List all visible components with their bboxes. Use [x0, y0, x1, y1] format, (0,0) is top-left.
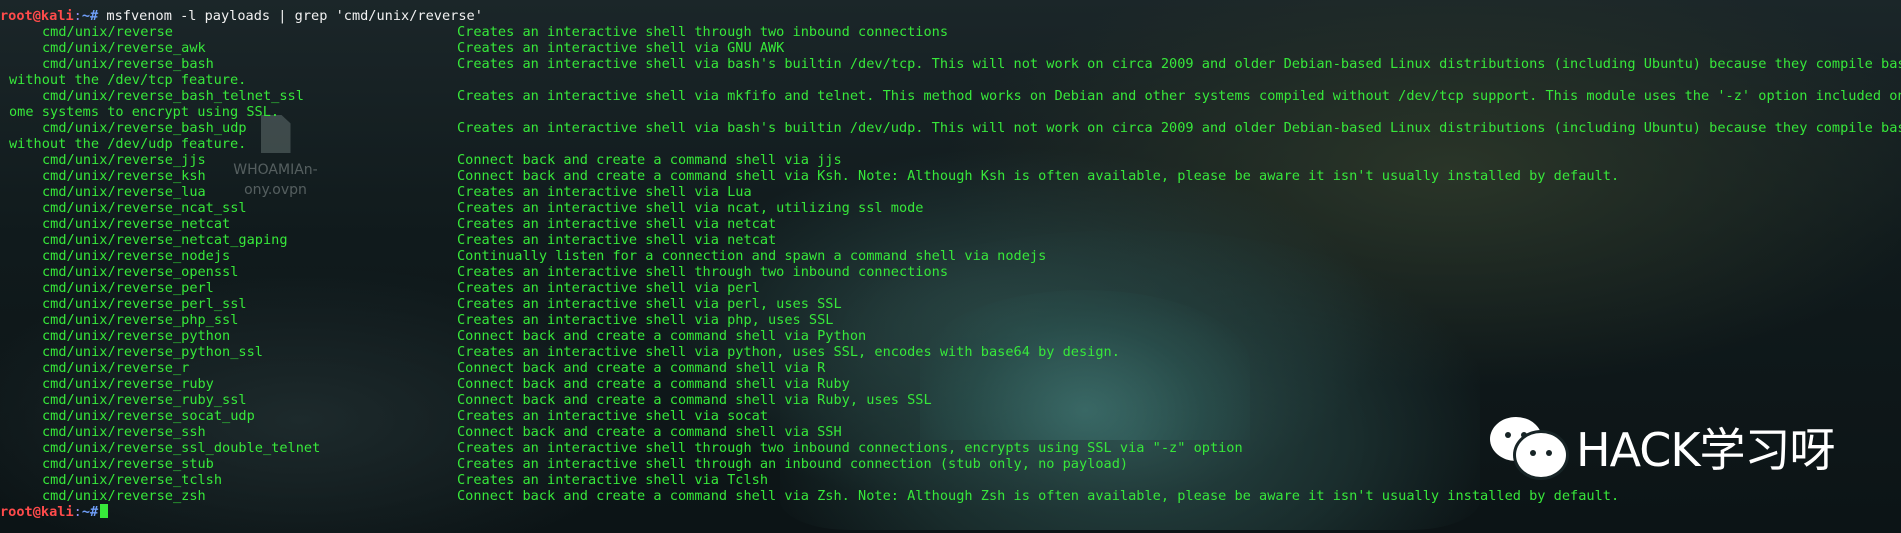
payload-name: cmd/unix/reverse_bash — [42, 56, 214, 72]
payload-description: Connect back and create a command shell … — [457, 328, 867, 344]
wechat-icon — [1490, 415, 1568, 479]
payload-name: cmd/unix/reverse_awk — [42, 40, 206, 56]
payload-description: Connect back and create a command shell … — [457, 152, 842, 168]
payload-description: Creates an interactive shell via ncat, u… — [457, 200, 924, 216]
payload-row: cmd/unix/reverse_ksh Connect back and cre… — [0, 168, 1901, 184]
payload-name: cmd/unix/reverse_lua — [42, 184, 206, 200]
payload-name: cmd/unix/reverse_stub — [42, 456, 214, 472]
payload-row: cmd/unix/reverse_openssl Creates an inter… — [0, 264, 1901, 280]
prompt-user-host: root@kali — [0, 8, 74, 24]
payload-row: cmd/unix/reverse_perl Creates an interact… — [0, 280, 1901, 296]
payload-description: Connect back and create a command shell … — [457, 488, 1620, 504]
payload-name: cmd/unix/reverse_ncat_ssl — [42, 200, 247, 216]
payload-row: cmd/unix/reverse_netcat_gaping Creates an… — [0, 232, 1901, 248]
payload-description: Creates an interactive shell via Tclsh — [457, 472, 768, 488]
payload-description: Creates an interactive shell via netcat — [457, 216, 777, 232]
prompt-path: ~# — [81, 8, 99, 24]
payload-description: Creates an interactive shell via socat — [457, 408, 768, 424]
payload-name: cmd/unix/reverse_perl — [42, 280, 214, 296]
payload-name: cmd/unix/reverse_ssl_double_telnet — [42, 440, 321, 456]
payload-name: cmd/unix/reverse_netcat — [42, 216, 231, 232]
watermark: HACK学习呀 — [1490, 414, 1836, 480]
payload-row: cmd/unix/reverse_php_ssl Creates an inter… — [0, 312, 1901, 328]
payload-description: Creates an interactive shell through two… — [457, 440, 1243, 456]
watermark-text: HACK学习呀 — [1576, 423, 1836, 477]
payload-row: cmd/unix/reverse_bash Creates an interact… — [0, 56, 1901, 72]
payload-description: Connect back and create a command shell … — [457, 392, 932, 408]
payload-name: cmd/unix/reverse_tclsh — [42, 472, 223, 488]
payload-row: cmd/unix/reverse_bash_udp Creates an inte… — [0, 120, 1901, 136]
payload-description: Connect back and create a command shell … — [457, 424, 842, 440]
payload-name: cmd/unix/reverse_ruby — [42, 376, 214, 392]
payload-row: cmd/unix/reverse_netcat Creates an intera… — [0, 216, 1901, 232]
payload-name: cmd/unix/reverse_python — [42, 328, 231, 344]
payload-description: Creates an interactive shell through two… — [457, 24, 949, 40]
payload-row: cmd/unix/reverse_lua Creates an interacti… — [0, 184, 1901, 200]
payload-description-wrap: ome systems to encrypt using SSL. — [9, 104, 280, 120]
payload-row: cmd/unix/reverse_ruby Connect back and cr… — [0, 376, 1901, 392]
payload-name: cmd/unix/reverse_python_ssl — [42, 344, 263, 360]
payload-description: Creates an interactive shell via netcat — [457, 232, 777, 248]
payload-name: cmd/unix/reverse_ksh — [42, 168, 206, 184]
payload-row: cmd/unix/reverse_python_ssl Creates an in… — [0, 344, 1901, 360]
payload-description: Connect back and create a command shell … — [457, 376, 850, 392]
prompt-path: ~# — [81, 504, 99, 520]
payload-name: cmd/unix/reverse_nodejs — [42, 248, 231, 264]
payload-row: cmd/unix/reverse_ncat_ssl Creates an inte… — [0, 200, 1901, 216]
payload-description-wrap: without the /dev/udp feature. — [9, 136, 247, 152]
payload-name: cmd/unix/reverse_bash_telnet_ssl — [42, 88, 304, 104]
command-text: msfvenom -l payloads | grep 'cmd/unix/re… — [98, 8, 483, 24]
prompt-separator: : — [73, 504, 82, 520]
payload-description: Creates an interactive shell through two… — [457, 264, 949, 280]
payload-row: cmd/unix/reverse_r Connect back and creat… — [0, 360, 1901, 376]
payload-name: cmd/unix/reverse — [42, 24, 173, 40]
payload-name: cmd/unix/reverse_jjs — [42, 152, 206, 168]
payload-row: cmd/unix/reverse_awk Creates an interacti… — [0, 40, 1901, 56]
payload-description: Creates an interactive shell via bash's … — [457, 56, 1901, 72]
prompt-separator: : — [73, 8, 82, 24]
prompt-line: root@kali:~# — [0, 504, 1901, 520]
payload-description: Creates an interactive shell via python,… — [457, 344, 1120, 360]
payload-row-wrap: without the /dev/udp feature. — [0, 136, 1901, 152]
payload-row: cmd/unix/reverse_ruby_ssl Connect back an… — [0, 392, 1901, 408]
payload-description: Connect back and create a command shell … — [457, 168, 1620, 184]
payload-description: Creates an interactive shell via mkfifo … — [457, 88, 1901, 104]
payload-description-wrap: without the /dev/tcp feature. — [9, 72, 247, 88]
payload-name: cmd/unix/reverse_openssl — [42, 264, 239, 280]
prompt-user-host: root@kali — [0, 504, 74, 520]
payload-row: cmd/unix/reverse_python Connect back and … — [0, 328, 1901, 344]
payload-name: cmd/unix/reverse_ssh — [42, 424, 206, 440]
payload-description: Continually listen for a connection and … — [457, 248, 1047, 264]
payload-row: cmd/unix/reverse_jjs Connect back and cre… — [0, 152, 1901, 168]
payload-description: Creates an interactive shell via bash's … — [457, 120, 1901, 136]
payload-row: cmd/unix/reverse_zsh Connect back and cre… — [0, 488, 1901, 504]
payload-row-wrap: without the /dev/tcp feature. — [0, 72, 1901, 88]
payload-name: cmd/unix/reverse_php_ssl — [42, 312, 239, 328]
payload-name: cmd/unix/reverse_ruby_ssl — [42, 392, 247, 408]
command-line: root@kali:~# msfvenom -l payloads | grep… — [0, 8, 1901, 24]
payload-description: Connect back and create a command shell … — [457, 360, 826, 376]
payload-name: cmd/unix/reverse_zsh — [42, 488, 206, 504]
payload-row: cmd/unix/reverse_bash_telnet_ssl Creates … — [0, 88, 1901, 104]
payload-row-wrap: ome systems to encrypt using SSL. — [0, 104, 1901, 120]
payload-name: cmd/unix/reverse_r — [42, 360, 190, 376]
payload-name: cmd/unix/reverse_socat_udp — [42, 408, 255, 424]
payload-description: Creates an interactive shell via php, us… — [457, 312, 834, 328]
terminal-window[interactable]: WHOAMIAn- ony.ovpn root@kali:~# msfvenom… — [0, 0, 1901, 533]
payload-name: cmd/unix/reverse_bash_udp — [42, 120, 247, 136]
terminal-cursor[interactable] — [100, 504, 109, 518]
payload-row: cmd/unix/reverse_perl_ssl Creates an inte… — [0, 296, 1901, 312]
payload-row: cmd/unix/reverse Creates an interactive s… — [0, 24, 1901, 40]
payload-name: cmd/unix/reverse_netcat_gaping — [42, 232, 288, 248]
payload-description: Creates an interactive shell via Lua — [457, 184, 752, 200]
payload-row: cmd/unix/reverse_nodejs Continually liste… — [0, 248, 1901, 264]
payload-description: Creates an interactive shell via perl — [457, 280, 760, 296]
payload-description: Creates an interactive shell via perl, u… — [457, 296, 842, 312]
payload-name: cmd/unix/reverse_perl_ssl — [42, 296, 247, 312]
payload-description: Creates an interactive shell through an … — [457, 456, 1129, 472]
payload-description: Creates an interactive shell via GNU AWK — [457, 40, 785, 56]
